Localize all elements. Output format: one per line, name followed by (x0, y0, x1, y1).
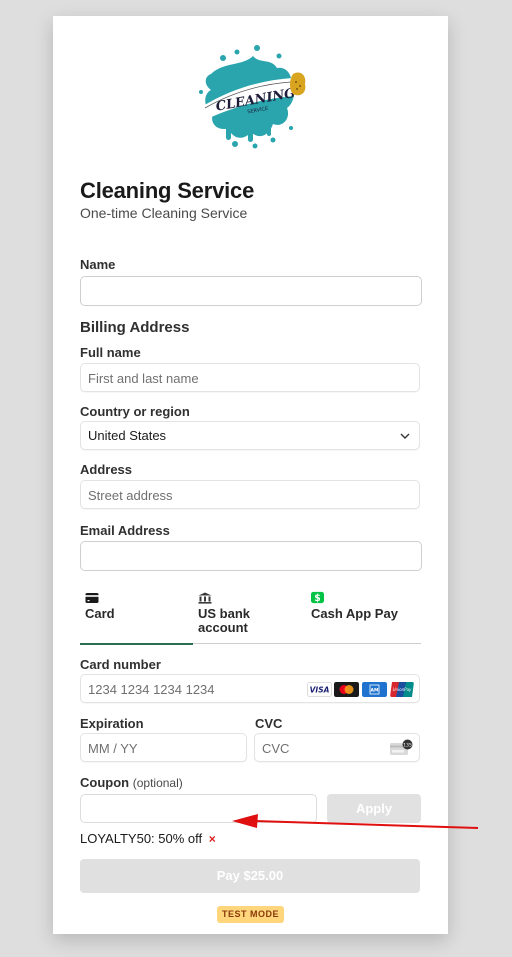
expiration-label: Expiration (80, 716, 144, 731)
coupon-optional-text: (optional) (132, 776, 183, 790)
tab-us-bank-label: US bank account (198, 606, 251, 635)
visa-icon: VISA (307, 682, 332, 697)
country-value: United States (88, 428, 167, 443)
checkout-panel: CLEANING SERVICE Cleaning Service One-ti… (53, 16, 448, 934)
apply-coupon-button[interactable]: Apply (327, 794, 421, 823)
full-name-label: Full name (80, 345, 141, 360)
test-mode-badge: TEST MODE (217, 906, 284, 923)
country-select[interactable]: United States (80, 421, 420, 450)
bank-icon (198, 592, 212, 604)
address-label: Address (80, 462, 133, 477)
applied-coupon: LOYALTY50: 50% off × (80, 831, 216, 846)
cash-app-icon: $ (311, 591, 324, 604)
cvc-input[interactable]: CVC 135 (254, 733, 420, 762)
product-title: Cleaning Service (80, 178, 255, 203)
svg-text:UnionPay: UnionPay (393, 687, 412, 692)
pay-button[interactable]: Pay $25.00 (80, 859, 420, 893)
tab-cash-app-pay[interactable]: $ Cash App Pay (306, 588, 419, 644)
tab-card-label: Card (85, 606, 115, 621)
address-input[interactable]: Street address (80, 480, 420, 509)
expiration-placeholder: MM / YY (88, 741, 138, 756)
product-subtitle: One-time Cleaning Service (80, 205, 248, 221)
full-name-placeholder: First and last name (88, 371, 199, 386)
chevron-down-icon (400, 433, 410, 439)
remove-coupon-icon[interactable]: × (209, 832, 216, 846)
cvc-card-icon: 135 (390, 739, 413, 755)
coupon-label: Coupon (optional) (80, 775, 183, 790)
name-label: Name (80, 257, 116, 272)
card-number-input[interactable]: 1234 1234 1234 1234 VISA AM UnionPay (80, 674, 420, 703)
cvc-label: CVC (255, 716, 283, 731)
coupon-label-text: Coupon (80, 775, 130, 790)
svg-text:VISA: VISA (310, 686, 330, 695)
country-label: Country or region (80, 404, 190, 419)
name-input[interactable] (80, 276, 422, 306)
full-name-input[interactable]: First and last name (80, 363, 420, 392)
applied-coupon-text: LOYALTY50: 50% off (80, 831, 203, 846)
expiration-input[interactable]: MM / YY (80, 733, 247, 762)
address-placeholder: Street address (88, 488, 173, 503)
card-number-label: Card number (80, 657, 161, 672)
cleaning-service-logo: CLEANING SERVICE (199, 45, 306, 149)
cvc-placeholder: CVC (262, 741, 290, 756)
tab-us-bank-account[interactable]: US bank account (193, 588, 306, 644)
amex-icon: AM (362, 682, 387, 697)
tab-cash-app-label: Cash App Pay (311, 606, 398, 621)
tab-card[interactable]: Card (80, 588, 193, 645)
mastercard-icon (334, 682, 359, 697)
card-number-placeholder: 1234 1234 1234 1234 (88, 682, 215, 697)
email-input[interactable] (80, 541, 422, 571)
svg-text:AM: AM (371, 688, 379, 694)
billing-address-heading: Billing Address (80, 319, 190, 336)
card-icon (85, 593, 99, 603)
unionpay-icon: UnionPay (390, 682, 414, 697)
payment-method-tabs: Card US bank account $ Cash App Pay (80, 588, 421, 645)
svg-text:$: $ (314, 593, 320, 604)
email-label: Email Address (80, 523, 170, 538)
svg-text:135: 135 (403, 742, 412, 748)
coupon-input[interactable] (80, 794, 317, 823)
